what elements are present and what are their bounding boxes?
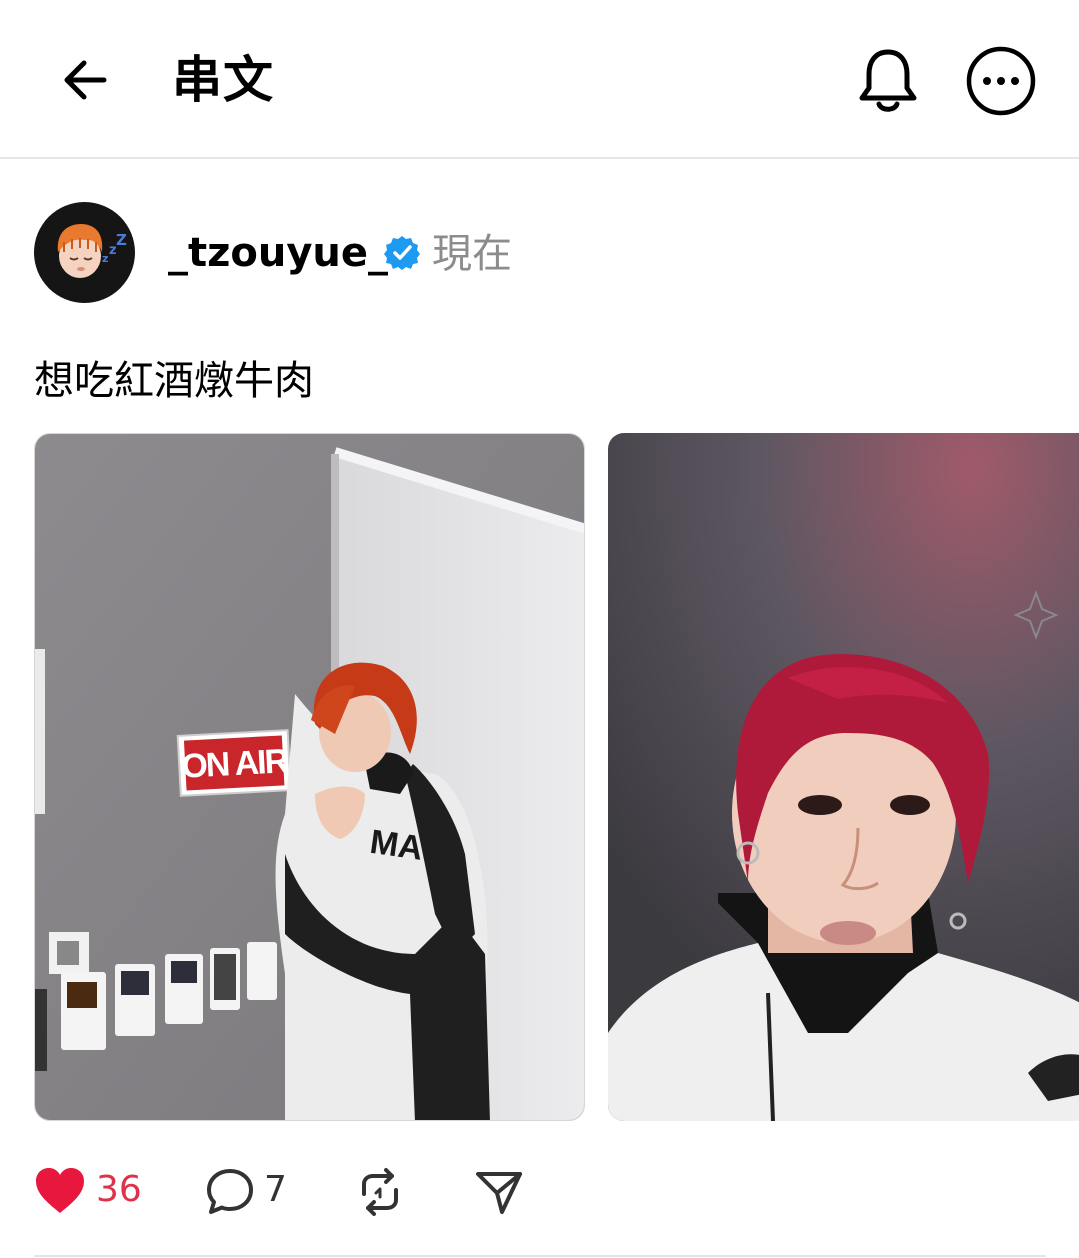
comment-count: 7	[264, 1169, 287, 1210]
post-photo-2[interactable]	[608, 433, 1079, 1121]
avatar[interactable]: z z Z	[34, 202, 135, 303]
arrow-left-icon	[64, 60, 107, 100]
back-button[interactable]	[56, 50, 116, 110]
svg-text:Z: Z	[116, 231, 127, 249]
send-icon	[476, 1172, 522, 1214]
more-horizontal-icon	[966, 46, 1036, 116]
username[interactable]: _tzouyue_	[168, 226, 388, 280]
comment-button[interactable]: 7	[204, 1162, 294, 1218]
top-bar: 串文	[0, 0, 1079, 159]
page-title: 串文	[172, 51, 274, 109]
divider	[34, 1255, 1046, 1257]
post-timestamp: 現在	[432, 231, 512, 277]
repost-button[interactable]	[354, 1162, 406, 1218]
post-text: 想吃紅酒燉牛肉	[34, 358, 314, 404]
post-photo-1[interactable]: ON AIR MA	[34, 433, 585, 1121]
bell-icon	[859, 49, 917, 112]
photo-selfie	[608, 433, 1079, 1121]
notifications-button[interactable]	[855, 44, 921, 116]
like-count: 36	[96, 1169, 142, 1210]
photo-on-air-studio: ON AIR MA	[35, 434, 584, 1120]
like-button[interactable]: 36	[34, 1162, 144, 1218]
verified-badge-icon	[384, 236, 420, 270]
memoji-avatar-icon: z z Z	[57, 224, 127, 278]
comment-bubble-icon	[207, 1169, 253, 1214]
jacket-print-text: MA	[368, 823, 426, 868]
svg-text:z: z	[102, 252, 108, 265]
share-button[interactable]	[474, 1162, 524, 1218]
heart-filled-icon	[36, 1168, 84, 1213]
repost-icon	[362, 1168, 398, 1216]
on-air-sign-text: ON AIR	[180, 742, 289, 786]
more-options-button[interactable]	[964, 44, 1038, 118]
